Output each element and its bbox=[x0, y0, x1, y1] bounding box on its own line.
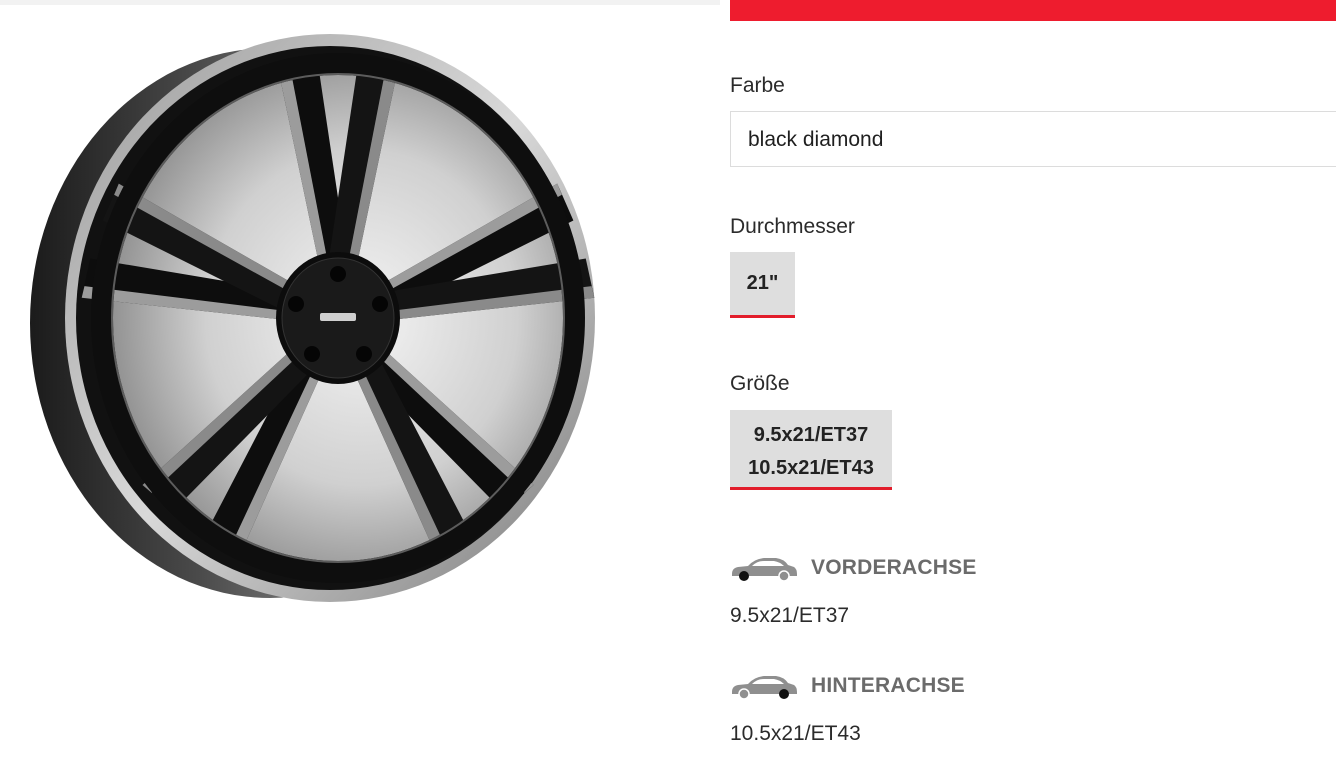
wheel-image bbox=[20, 18, 600, 608]
color-label: Farbe bbox=[730, 74, 785, 97]
rear-axle-title: HINTERACHSE bbox=[811, 674, 965, 697]
wheel-rim-image bbox=[30, 34, 599, 602]
color-select-value: black diamond bbox=[748, 128, 884, 151]
size-option-front: 9.5x21/ET37 bbox=[753, 424, 869, 446]
front-axle-heading: VORDERACHSE bbox=[730, 554, 977, 582]
add-to-cart-bar[interactable] bbox=[730, 0, 1336, 21]
rear-axle-value: 10.5x21/ET43 bbox=[730, 722, 861, 745]
size-label: Größe bbox=[730, 372, 790, 395]
car-rear-axle-icon bbox=[732, 676, 797, 700]
diameter-label: Durchmesser bbox=[730, 215, 855, 238]
rear-axle-heading: HINTERACHSE bbox=[730, 672, 965, 700]
product-page: Farbe black diamond Durchmesser 21" Größ… bbox=[0, 0, 1336, 768]
diameter-option-21[interactable]: 21" bbox=[730, 252, 795, 318]
top-divider bbox=[0, 0, 720, 5]
color-select[interactable]: black diamond bbox=[730, 111, 1336, 167]
size-option[interactable]: 9.5x21/ET37 10.5x21/ET43 bbox=[730, 410, 892, 490]
car-front-axle-icon bbox=[732, 558, 797, 582]
size-option-rear: 10.5x21/ET43 bbox=[748, 457, 874, 479]
front-axle-value: 9.5x21/ET37 bbox=[730, 604, 850, 627]
front-axle-title: VORDERACHSE bbox=[811, 556, 977, 579]
